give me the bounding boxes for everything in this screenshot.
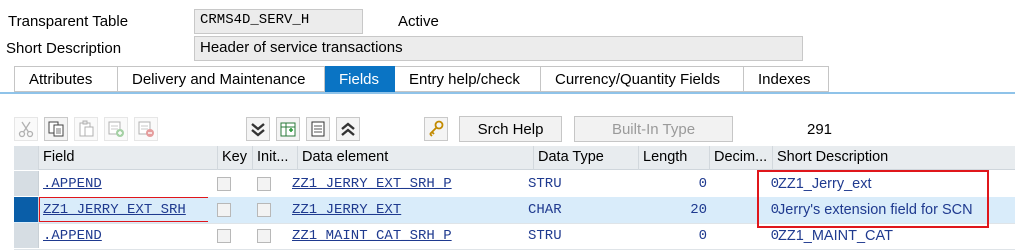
tab-delivery-maintenance[interactable]: Delivery and Maintenance bbox=[118, 66, 325, 92]
initial-checkbox[interactable] bbox=[257, 203, 271, 217]
data-element[interactable]: ZZ1_JERRY_EXT_SRH_P bbox=[288, 171, 534, 196]
key-checkbox[interactable] bbox=[217, 203, 231, 217]
srch-help-button[interactable]: Srch Help bbox=[459, 116, 562, 142]
key-search-help-icon[interactable] bbox=[424, 117, 448, 141]
tab-attributes[interactable]: Attributes bbox=[14, 66, 118, 92]
field-name[interactable]: .APPEND bbox=[39, 171, 218, 196]
length: 0 bbox=[698, 176, 707, 192]
col-decimals[interactable]: Decim... bbox=[710, 146, 773, 170]
highlight-box bbox=[757, 170, 989, 228]
paste-icon[interactable] bbox=[74, 117, 98, 141]
select-all-cell[interactable] bbox=[14, 146, 39, 170]
tab-divider bbox=[0, 92, 1015, 94]
tab-fields[interactable]: Fields bbox=[325, 66, 395, 92]
length: 0 bbox=[698, 228, 707, 244]
field-focus-frame bbox=[39, 197, 208, 222]
col-key[interactable]: Key bbox=[218, 146, 253, 170]
delete-row-icon[interactable] bbox=[134, 117, 158, 141]
table-doc-icon[interactable] bbox=[306, 117, 330, 141]
data-type: STRU bbox=[528, 176, 562, 192]
built-in-type-button[interactable]: Built-In Type bbox=[574, 116, 733, 142]
tab-currency-quantity-fields[interactable]: Currency/Quantity Fields bbox=[541, 66, 744, 92]
data-type: CHAR bbox=[528, 202, 562, 218]
table-header: Field Key Init... Data element Data Type… bbox=[14, 146, 1015, 170]
table-new-icon[interactable] bbox=[276, 117, 300, 141]
field-name[interactable]: .APPEND bbox=[39, 223, 218, 248]
insert-row-icon[interactable] bbox=[104, 117, 128, 141]
tab-entry-help-check[interactable]: Entry help/check bbox=[395, 66, 541, 92]
data-type: STRU bbox=[528, 228, 562, 244]
col-data-type[interactable]: Data Type bbox=[534, 146, 639, 170]
data-element[interactable]: ZZ1_JERRY_EXT bbox=[288, 197, 534, 222]
key-checkbox[interactable] bbox=[217, 177, 231, 191]
tab-indexes[interactable]: Indexes bbox=[744, 66, 829, 92]
initial-checkbox[interactable] bbox=[257, 229, 271, 243]
collapse-up-icon[interactable] bbox=[336, 117, 360, 141]
data-element[interactable]: ZZ1_MAINT_CAT_SRH_P bbox=[288, 223, 534, 248]
col-length[interactable]: Length bbox=[639, 146, 710, 170]
status-text: Active bbox=[398, 13, 439, 30]
length: 20 bbox=[690, 202, 707, 218]
copy-icon[interactable] bbox=[44, 117, 68, 141]
short-description-field[interactable]: Header of service transactions bbox=[194, 36, 803, 61]
short-description-label: Short Description bbox=[6, 40, 122, 57]
key-checkbox[interactable] bbox=[217, 229, 231, 243]
initial-checkbox[interactable] bbox=[257, 177, 271, 191]
table-type-label: Transparent Table bbox=[8, 13, 129, 30]
col-field[interactable]: Field bbox=[39, 146, 218, 170]
row-selector[interactable] bbox=[14, 171, 39, 196]
collapse-down-icon[interactable] bbox=[246, 117, 270, 141]
cut-icon[interactable] bbox=[14, 117, 38, 141]
row-selector[interactable] bbox=[14, 197, 39, 222]
tab-strip: Attributes Delivery and Maintenance Fiel… bbox=[14, 66, 829, 92]
table-name-field[interactable]: CRMS4D_SERV_H bbox=[194, 9, 363, 34]
row-selector[interactable] bbox=[14, 223, 39, 248]
field-count: 291 bbox=[807, 121, 833, 138]
col-short-description[interactable]: Short Description bbox=[773, 146, 1015, 170]
col-init[interactable]: Init... bbox=[253, 146, 298, 170]
col-data-element[interactable]: Data element bbox=[298, 146, 534, 170]
